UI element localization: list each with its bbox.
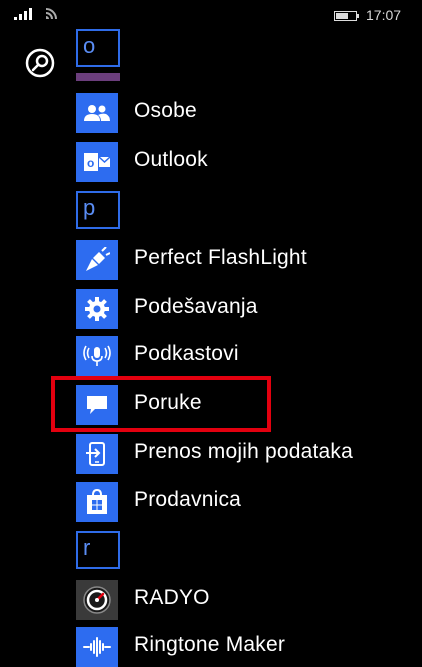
radio-icon: [76, 580, 118, 620]
app-label: RADYO: [134, 586, 210, 609]
app-label: Ringtone Maker: [134, 633, 286, 656]
tile-strip: [76, 73, 120, 81]
gear-icon: [76, 289, 118, 329]
ringtone-icon: [76, 627, 118, 667]
app-label: Prenos mojih podataka: [134, 440, 353, 463]
battery-icon: [334, 11, 359, 21]
letter-tile-p[interactable]: p: [76, 191, 120, 229]
letter-label: p: [83, 195, 96, 220]
wifi-icon: [45, 8, 57, 20]
app-label: Outlook: [134, 148, 208, 171]
flashlight-icon: [76, 240, 118, 280]
status-bar: 17:07: [0, 0, 422, 30]
letter-tile-o[interactable]: o: [76, 29, 120, 67]
transfer-icon: [76, 434, 118, 474]
signal-icon: [14, 8, 32, 20]
outlook-icon: o: [76, 142, 118, 182]
search-icon[interactable]: [24, 47, 56, 79]
letter-label: o: [83, 33, 96, 58]
app-label: Osobe: [134, 99, 197, 122]
podcast-icon: [76, 336, 118, 376]
app-label: Prodavnica: [134, 488, 242, 511]
app-label: Podešavanja: [134, 295, 258, 318]
people-icon: [76, 93, 118, 133]
highlight-box: [51, 376, 271, 432]
app-label: Perfect FlashLight: [134, 246, 307, 269]
clock-time: 17:07: [366, 7, 402, 23]
app-label: Podkastovi: [134, 342, 239, 365]
svg-text:o: o: [87, 156, 94, 170]
store-icon: [76, 482, 118, 522]
letter-tile-r[interactable]: r: [76, 531, 120, 569]
letter-label: r: [83, 535, 91, 560]
